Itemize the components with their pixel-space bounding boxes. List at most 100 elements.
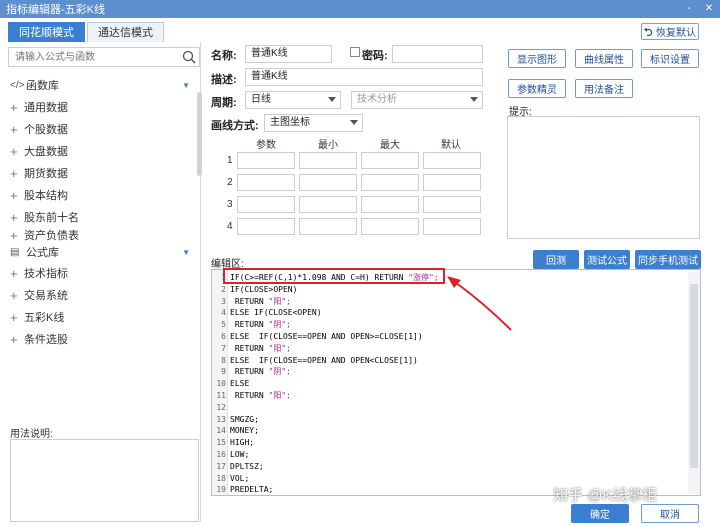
param-cell[interactable] (299, 152, 357, 169)
search-icon[interactable] (182, 50, 196, 64)
formula-tree: </> 函数库 ▼ + 通用数据 + 个股数据 + 大盘数据 + 期货数据 + 股本结构 … (10, 74, 198, 350)
tree-header-label: 公式库 (26, 247, 59, 259)
minimize-button[interactable]: - (682, 2, 696, 16)
code-text: IF(CLOSE>OPEN) (230, 284, 298, 294)
tab-tdx-mode[interactable]: 通达信模式 (87, 22, 164, 42)
code-text: MONEY; (230, 426, 259, 436)
editor-scrollbar[interactable] (688, 272, 700, 494)
category-select[interactable]: 技术分析 (351, 91, 483, 109)
code-line[interactable]: 9 RETURN "阴"; (212, 366, 682, 378)
expand-icon: + (10, 121, 18, 137)
annotation-highlight-box (223, 268, 445, 284)
line-number: 16 (216, 450, 226, 459)
param-header-default: 默认 (441, 140, 461, 151)
tree-item[interactable]: + 大盘数据 (10, 140, 198, 162)
param-cell[interactable] (361, 174, 419, 191)
code-line[interactable]: 8 ELSE IF(CLOSE==OPEN AND OPEN<CLOSE[1]) (212, 355, 682, 367)
name-input[interactable]: 普通K线 (245, 45, 332, 63)
param-cell[interactable] (423, 196, 481, 213)
code-line[interactable]: 16 LOW; (212, 449, 682, 461)
code-text: RETURN (230, 367, 269, 377)
tree-item-label: 五彩K线 (24, 312, 65, 324)
tree-item[interactable]: + 个股数据 (10, 118, 198, 140)
line-number: 2 (221, 284, 226, 294)
search-input[interactable] (9, 48, 169, 66)
line-number: 17 (216, 461, 226, 471)
tree-item[interactable]: + 条件选股 (10, 328, 198, 350)
code-text: SMGZG; (230, 414, 259, 424)
show-graph-button[interactable]: 显示图形 (508, 49, 566, 68)
param-cell[interactable] (423, 174, 481, 191)
tree-header-label: 函数库 (26, 80, 59, 92)
code-line[interactable]: 17 DPLTSZ; (212, 461, 682, 473)
code-line[interactable]: 12 (212, 402, 682, 414)
tree-item[interactable]: + 期货数据 (10, 162, 198, 184)
tree-header-function-lib[interactable]: </> 函数库 ▼ (10, 74, 198, 96)
close-button[interactable]: ✕ (702, 2, 716, 16)
line-number: 9 (221, 367, 226, 377)
code-text: VOL; (230, 473, 250, 483)
name-label: 名称: (211, 50, 237, 62)
line-number: 8 (221, 355, 226, 365)
code-line[interactable]: 18 VOL; (212, 473, 682, 485)
editor-scroll-thumb[interactable] (690, 284, 698, 468)
line-number: 4 (221, 308, 226, 318)
expand-icon: + (10, 165, 18, 181)
tree-item[interactable]: + 五彩K线 (10, 306, 198, 328)
cancel-button[interactable]: 取消 (641, 504, 699, 523)
code-text: ELSE IF(CLOSE==OPEN AND OPEN>=CLOSE[1]) (230, 332, 423, 341)
ok-button[interactable]: 确定 (571, 504, 629, 523)
test-formula-button[interactable]: 测试公式 (584, 250, 630, 269)
category-value: 技术分析 (357, 94, 397, 105)
window-titlebar: 指标编辑器-五彩K线 - ✕ (0, 0, 720, 18)
description-input[interactable]: 普通K线 (245, 68, 483, 86)
tab-ths-mode[interactable]: 同花顺模式 (8, 22, 85, 42)
usage-textarea[interactable] (10, 439, 199, 522)
caret-down-icon: ▼ (182, 80, 190, 90)
param-cell[interactable] (361, 218, 419, 235)
tree-scrollbar[interactable] (197, 92, 202, 176)
password-checkbox[interactable] (350, 47, 360, 57)
tree-item[interactable]: + 股东前十名 (10, 206, 198, 228)
draw-mode-value: 主图坐标 (270, 117, 310, 128)
param-cell[interactable] (361, 152, 419, 169)
param-cell[interactable] (423, 152, 481, 169)
tree-item[interactable]: + 交易系统 (10, 284, 198, 306)
param-cell[interactable] (361, 196, 419, 213)
param-cell[interactable] (237, 174, 295, 191)
password-input[interactable] (392, 45, 483, 63)
code-line[interactable]: 13 SMGZG; (212, 414, 682, 426)
hint-box (507, 116, 700, 239)
param-cell[interactable] (299, 174, 357, 191)
expand-icon: + (10, 309, 18, 325)
code-line[interactable]: 15 HIGH; (212, 437, 682, 449)
usage-note-button[interactable]: 用法备注 (575, 79, 633, 98)
backtest-button[interactable]: 回测 (533, 250, 579, 269)
param-cell[interactable] (299, 218, 357, 235)
sync-mobile-button[interactable]: 同步手机测试 (635, 250, 701, 269)
tree-item[interactable]: + 技术指标 (10, 262, 198, 284)
code-line[interactable]: 14 MONEY; (212, 425, 682, 437)
param-cell[interactable] (423, 218, 481, 235)
tree-item[interactable]: + 资产负债表 (10, 228, 198, 243)
restore-default-button[interactable]: 恢复默认 (641, 23, 699, 40)
tree-item-label: 资产负债表 (24, 230, 79, 242)
code-line[interactable]: 10 ELSE (212, 378, 682, 390)
draw-mode-select[interactable]: 主图坐标 (264, 114, 363, 132)
tree-item-label: 技术指标 (24, 268, 68, 280)
curve-props-button[interactable]: 曲线属性 (575, 49, 633, 68)
period-select[interactable]: 日线 (245, 91, 341, 109)
param-cell[interactable] (237, 152, 295, 169)
line-number: 14 (216, 426, 226, 436)
code-line[interactable]: 11 RETURN "阳"; (212, 390, 682, 402)
tree-header-formula-lib[interactable]: ▤ 公式库 ▼ (10, 242, 198, 262)
param-cell[interactable] (237, 218, 295, 235)
tree-item[interactable]: + 股本结构 (10, 184, 198, 206)
param-cell[interactable] (237, 196, 295, 213)
mark-settings-button[interactable]: 标识设置 (641, 49, 699, 68)
code-line[interactable]: 7 RETURN "阳"; (212, 343, 682, 355)
tree-item[interactable]: + 通用数据 (10, 96, 198, 118)
param-wizard-button[interactable]: 参数精灵 (508, 79, 566, 98)
dropdown-arrow-icon (328, 97, 336, 102)
param-cell[interactable] (299, 196, 357, 213)
